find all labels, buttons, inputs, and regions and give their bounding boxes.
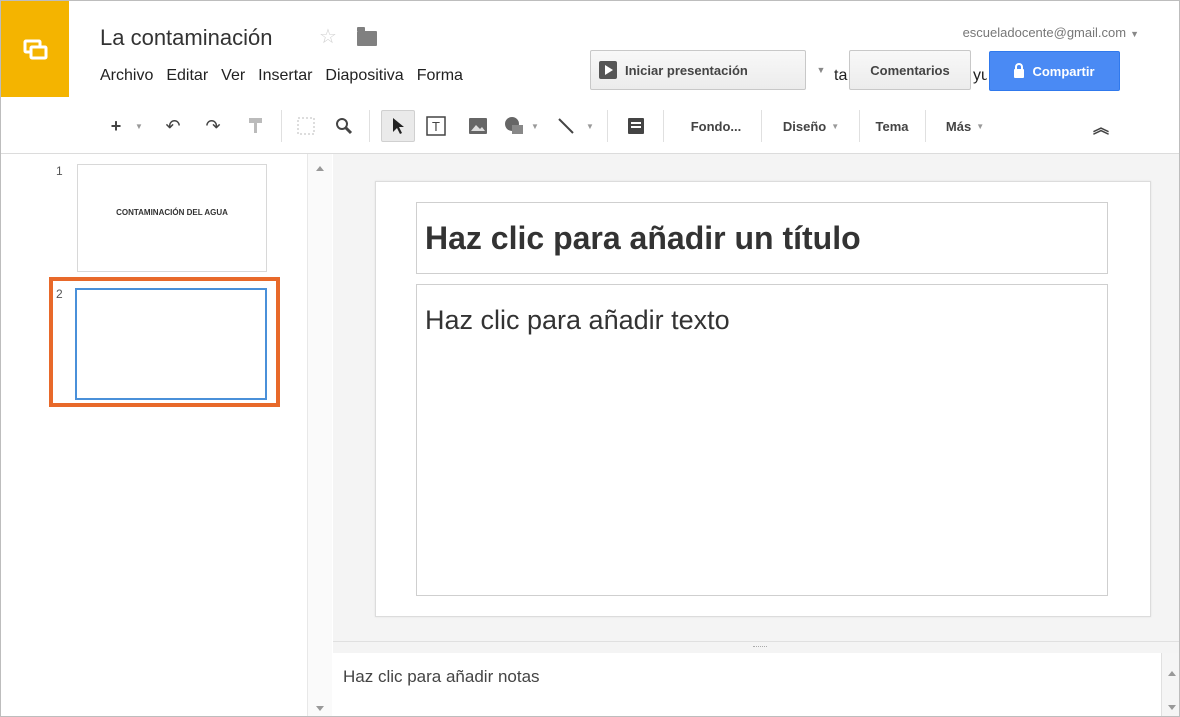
comments-label: Comentarios xyxy=(870,62,950,78)
star-icon[interactable]: ☆ xyxy=(319,27,337,47)
text-box-icon[interactable]: T xyxy=(421,110,451,142)
redo-icon[interactable]: ↷ xyxy=(199,110,227,142)
more-button[interactable]: Más ▼ xyxy=(931,110,999,142)
toolbar-divider xyxy=(369,110,370,142)
comments-button[interactable]: Comentarios xyxy=(849,50,971,90)
chevron-down-icon: ▼ xyxy=(1130,29,1139,39)
scroll-down-icon[interactable] xyxy=(1168,705,1176,710)
filmstrip-scrollbar[interactable] xyxy=(307,154,332,716)
shape-icon[interactable] xyxy=(499,110,529,142)
collapse-menus-icon[interactable]: ︽ xyxy=(1086,110,1116,142)
toolbar-divider xyxy=(925,110,926,142)
shape-glyph xyxy=(505,117,523,134)
more-label: Más xyxy=(945,118,972,134)
line-dropdown[interactable]: ▼ xyxy=(583,110,597,142)
image-glyph xyxy=(469,118,487,134)
current-slide[interactable]: Haz clic para añadir un título Haz clic … xyxy=(375,181,1151,617)
title-placeholder[interactable]: Haz clic para añadir un título xyxy=(416,202,1108,274)
slides-logo-glyph xyxy=(23,39,48,60)
menu-editar[interactable]: Editar xyxy=(166,67,208,85)
new-slide-plus-icon[interactable]: + xyxy=(101,110,131,142)
shape-dropdown[interactable]: ▼ xyxy=(529,110,541,142)
new-slide-dropdown[interactable]: ▼ xyxy=(131,110,147,142)
scroll-up-icon[interactable] xyxy=(1168,671,1176,676)
toolbar-divider xyxy=(761,110,762,142)
line-glyph xyxy=(558,118,574,134)
slides-app-window: La contaminación ☆ escueladocente@gmail.… xyxy=(0,0,1180,717)
zoom-fit-icon[interactable] xyxy=(293,110,319,142)
background-button[interactable]: Fondo... xyxy=(673,110,759,142)
chevron-down-icon: ▼ xyxy=(586,121,594,131)
scroll-down-icon[interactable] xyxy=(316,706,324,711)
slide-thumbnail-title: CONTAMINACIÓN DEL AGUA xyxy=(116,207,228,217)
zoom-fit-glyph xyxy=(297,117,315,135)
toolbar: + ▼ ↶ ↷ T ▼ ▼ Fondo... Diseño ▼ Tema Más… xyxy=(1,98,1179,154)
notes-scrollbar[interactable] xyxy=(1161,653,1179,716)
menu-diapositiva[interactable]: Diapositiva xyxy=(325,67,403,85)
menu-overflow-text[interactable]: yu xyxy=(973,67,987,85)
speaker-notes-field[interactable]: Haz clic para añadir notas xyxy=(333,653,1161,716)
slide-thumbnail-1[interactable]: CONTAMINACIÓN DEL AGUA xyxy=(77,164,267,272)
select-cursor-icon[interactable] xyxy=(381,110,415,142)
theme-label: Tema xyxy=(875,118,909,134)
theme-button[interactable]: Tema xyxy=(863,110,921,142)
slides-logo-icon[interactable] xyxy=(1,1,69,97)
menu-archivo[interactable]: Archivo xyxy=(100,67,153,85)
background-label: Fondo... xyxy=(690,118,742,134)
menu-insertar[interactable]: Insertar xyxy=(258,67,312,85)
toolbar-divider xyxy=(281,110,282,142)
paint-format-glyph xyxy=(249,118,262,133)
toolbar-divider xyxy=(859,110,860,142)
start-presentation-label: Iniciar presentación xyxy=(625,62,748,78)
share-label: Compartir xyxy=(1032,63,1095,79)
account-email: escueladocente@gmail.com xyxy=(962,25,1127,40)
chevron-down-icon: ▼ xyxy=(831,121,840,131)
menu-bar: Archivo Editar Ver Insertar Diapositiva … xyxy=(100,67,463,85)
layout-button[interactable]: Diseño ▼ xyxy=(767,110,855,142)
undo-icon[interactable]: ↶ xyxy=(159,110,187,142)
zoom-icon[interactable] xyxy=(331,110,357,142)
slide-filmstrip: 1 CONTAMINACIÓN DEL AGUA 2 xyxy=(1,154,332,716)
menu-ver[interactable]: Ver xyxy=(221,67,245,85)
chevron-down-icon: ▼ xyxy=(816,65,826,75)
layout-label: Diseño xyxy=(782,118,827,134)
cursor-glyph xyxy=(393,118,404,134)
magnifier-glyph xyxy=(336,118,353,135)
share-button[interactable]: Compartir xyxy=(989,51,1120,91)
play-icon xyxy=(599,61,617,79)
start-presentation-button[interactable]: Iniciar presentación xyxy=(590,50,806,90)
toolbar-divider xyxy=(663,110,664,142)
presentation-options-dropdown[interactable]: ▼ xyxy=(808,50,834,90)
lock-icon xyxy=(1014,62,1025,78)
slide-canvas: Haz clic para añadir un título Haz clic … xyxy=(333,154,1179,641)
document-title[interactable]: La contaminación xyxy=(100,25,272,51)
slide-number: 1 xyxy=(56,164,63,178)
resize-grip-icon xyxy=(753,646,767,648)
notes-resize-handle[interactable] xyxy=(333,641,1179,653)
comment-glyph xyxy=(628,118,644,134)
folder-icon[interactable] xyxy=(357,27,377,46)
svg-text:T: T xyxy=(432,119,440,134)
chevron-down-icon: ▼ xyxy=(976,121,985,131)
toolbar-divider xyxy=(607,110,608,142)
paint-format-icon[interactable] xyxy=(243,110,269,142)
account-menu[interactable]: escueladocente@gmail.com ▼ xyxy=(963,25,1139,40)
line-icon[interactable] xyxy=(551,110,581,142)
scroll-up-icon[interactable] xyxy=(316,166,324,171)
text-box-glyph: T xyxy=(426,116,446,136)
image-icon[interactable] xyxy=(463,110,493,142)
comment-add-icon[interactable] xyxy=(621,110,651,142)
annotation-highlight-box xyxy=(49,277,280,407)
chevron-down-icon: ▼ xyxy=(531,121,539,131)
menu-overflow-text[interactable]: ta xyxy=(834,67,848,85)
body-placeholder[interactable]: Haz clic para añadir texto xyxy=(416,284,1108,596)
menu-forma[interactable]: Forma xyxy=(417,67,463,85)
chevron-down-icon: ▼ xyxy=(135,121,143,131)
